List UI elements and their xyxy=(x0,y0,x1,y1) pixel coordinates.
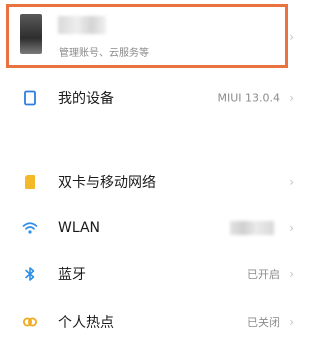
chevron-right-icon: › xyxy=(289,91,294,105)
wlan-label: WLAN xyxy=(58,220,101,236)
hotspot-icon xyxy=(23,317,37,327)
wifi-icon xyxy=(22,222,38,234)
settings-page: 管理账号、云服务等 › 我的设备 MIUI 13.0.4 › 双卡与移动网络 ›… xyxy=(0,0,296,344)
account-subtitle: 管理账号、云服务等 xyxy=(59,48,149,59)
my-device-label: 我的设备 xyxy=(58,91,114,107)
chevron-right-icon: › xyxy=(289,221,294,235)
bluetooth-label: 蓝牙 xyxy=(58,267,86,283)
bluetooth-status: 已开启 xyxy=(247,268,280,281)
hotspot-label: 个人热点 xyxy=(58,315,114,331)
hotspot-row[interactable]: 个人热点 已关闭 › xyxy=(0,302,296,342)
sim-mobile-network-row[interactable]: 双卡与移动网络 › xyxy=(0,162,296,202)
chevron-right-icon: › xyxy=(289,30,294,44)
sim-card-icon xyxy=(25,175,35,189)
my-device-version: MIUI 13.0.4 xyxy=(217,91,280,105)
account-name-redacted xyxy=(58,16,106,34)
sim-mobile-network-label: 双卡与移动网络 xyxy=(58,175,156,191)
bluetooth-row[interactable]: 蓝牙 已开启 › xyxy=(0,254,296,294)
section-divider xyxy=(0,140,296,152)
chevron-right-icon: › xyxy=(289,315,294,329)
chevron-right-icon: › xyxy=(289,175,294,189)
hotspot-status: 已关闭 xyxy=(247,316,280,329)
bluetooth-icon xyxy=(25,267,35,281)
chevron-right-icon: › xyxy=(289,267,294,281)
device-icon xyxy=(24,90,36,106)
wlan-row[interactable]: WLAN › xyxy=(0,208,296,248)
avatar xyxy=(20,14,42,54)
account-row[interactable]: 管理账号、云服务等 › xyxy=(0,0,296,74)
wlan-network-redacted xyxy=(230,221,274,235)
my-device-row[interactable]: 我的设备 MIUI 13.0.4 › xyxy=(0,78,296,118)
